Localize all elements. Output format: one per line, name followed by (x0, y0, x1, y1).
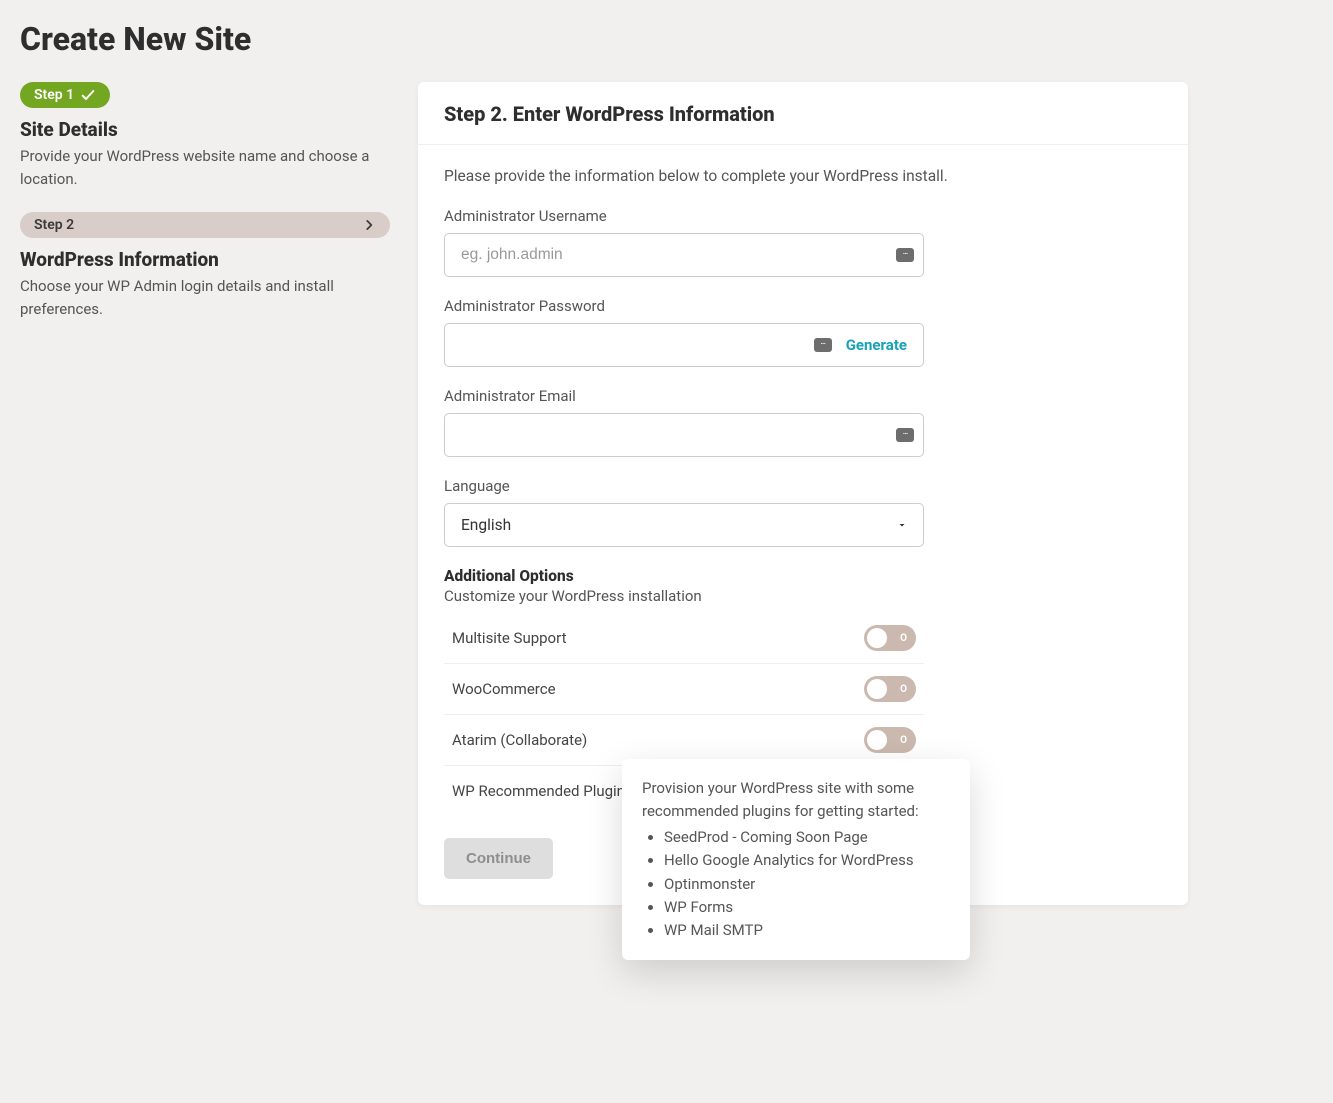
step1-desc: Provide your WordPress website name and … (20, 145, 390, 190)
keychain-icon[interactable] (896, 428, 914, 442)
tooltip-list-item: WP Mail SMTP (664, 919, 950, 942)
tooltip-list-item: SeedProd - Coming Soon Page (664, 826, 950, 849)
tooltip-list-item: WP Forms (664, 896, 950, 919)
sidebar: Step 1 Site Details Provide your WordPre… (20, 82, 390, 905)
username-label: Administrator Username (444, 207, 1162, 225)
language-label: Language (444, 477, 1162, 495)
card-header-title: Step 2. Enter WordPress Information (444, 102, 1162, 126)
toggle-label-text: WooCommerce (452, 680, 556, 698)
chevron-right-icon (362, 218, 376, 232)
tooltip-text: Provision your WordPress site with some … (642, 777, 950, 822)
step2-title: WordPress Information (20, 248, 390, 271)
main-card: Step 2. Enter WordPress Information Plea… (418, 82, 1188, 905)
toggle-label-text: Atarim (Collaborate) (452, 731, 587, 749)
toggle-row: Multisite Support O (444, 613, 924, 664)
toggle-label: Atarim (Collaborate) (452, 731, 587, 749)
plugins-tooltip: Provision your WordPress site with some … (622, 759, 970, 960)
email-input[interactable] (444, 413, 924, 457)
tooltip-list: SeedProd - Coming Soon PageHello Google … (642, 826, 950, 942)
keychain-icon[interactable] (896, 248, 914, 262)
step1-pill-label: Step 1 (34, 87, 74, 103)
toggle-switch[interactable]: O (864, 625, 916, 651)
toggle-label: WooCommerce (452, 680, 556, 698)
email-label: Administrator Email (444, 387, 1162, 405)
step2-desc: Choose your WP Admin login details and i… (20, 275, 390, 320)
step2-pill-label: Step 2 (34, 217, 74, 233)
intro-text: Please provide the information below to … (444, 167, 1162, 185)
toggle-row: WooCommerce O (444, 664, 924, 715)
toggle-label-text: Multisite Support (452, 629, 566, 647)
username-input[interactable] (444, 233, 924, 277)
language-select[interactable]: English (444, 503, 924, 547)
tooltip-list-item: Hello Google Analytics for WordPress (664, 849, 950, 872)
toggle-switch[interactable]: O (864, 727, 916, 753)
page-title: Create New Site (20, 20, 1313, 58)
step2-pill[interactable]: Step 2 (20, 212, 390, 238)
additional-sub: Customize your WordPress installation (444, 587, 1162, 605)
tooltip-list-item: Optinmonster (664, 873, 950, 896)
password-input[interactable] (445, 324, 808, 366)
toggle-label-text: WP Recommended Plugins (452, 782, 633, 800)
step1-title: Site Details (20, 118, 390, 141)
password-label: Administrator Password (444, 297, 1162, 315)
step1-pill[interactable]: Step 1 (20, 82, 110, 108)
toggle-label: Multisite Support (452, 629, 566, 647)
continue-button[interactable]: Continue (444, 838, 553, 879)
check-icon (80, 87, 96, 103)
additional-title: Additional Options (444, 567, 1162, 585)
toggle-switch[interactable]: O (864, 676, 916, 702)
keychain-icon[interactable] (814, 338, 832, 352)
generate-password-link[interactable]: Generate (838, 336, 923, 354)
